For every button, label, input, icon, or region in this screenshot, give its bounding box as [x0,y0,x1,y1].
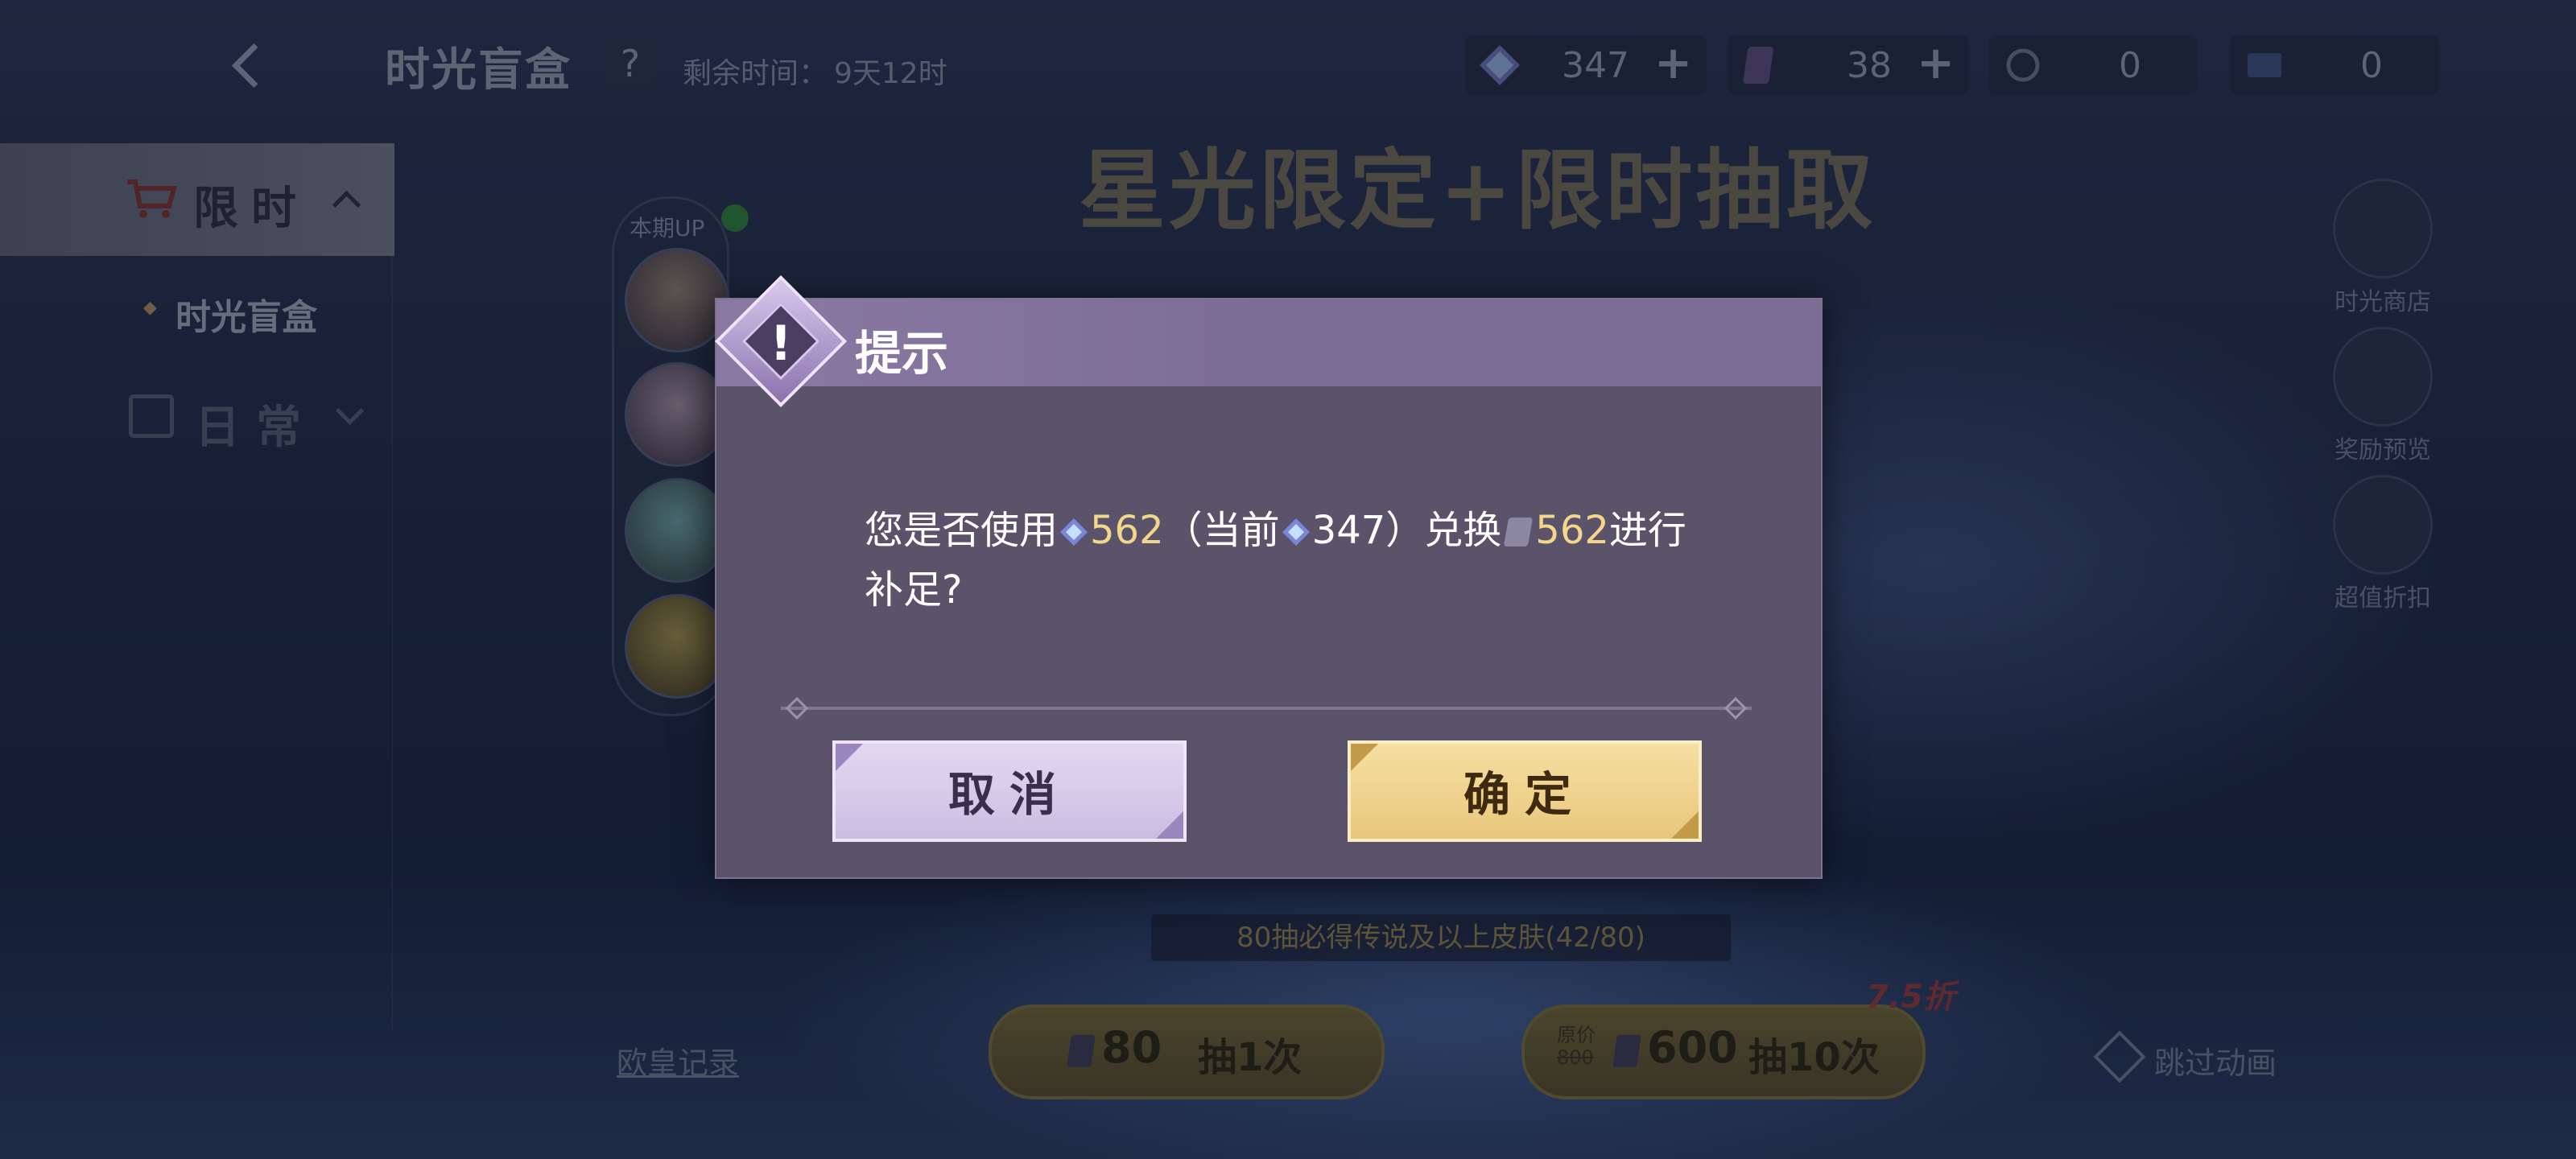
cancel-button[interactable]: 取消 [832,740,1187,842]
message-text: 进行 [1608,508,1686,553]
exclamation-icon: ! [770,316,792,372]
message-text: 您是否使用 [865,508,1059,553]
message-text: ）兑换 [1385,508,1502,553]
diamond-icon [1282,518,1310,546]
exchange-amount: 562 [1535,508,1609,553]
card-ticket-icon [1504,518,1534,547]
confirm-button[interactable]: 确定 [1348,740,1702,842]
cost-amount: 562 [1090,508,1164,553]
message-text: 补足? [865,567,963,612]
message-text: （当前 [1163,508,1280,553]
confirm-dialog: ! 提示 您是否使用 562（当前 347）兑换 562进行 补足? 取消 确定 [714,274,1823,879]
dialog-message: 您是否使用 562（当前 347）兑换 562进行 补足? [865,501,1702,620]
current-amount: 347 [1311,508,1386,553]
dialog-divider [781,707,1752,710]
cancel-label: 取消 [947,767,1071,822]
confirm-label: 确定 [1463,767,1586,822]
dialog-title: 提示 [855,326,949,381]
diamond-icon [1060,518,1088,546]
